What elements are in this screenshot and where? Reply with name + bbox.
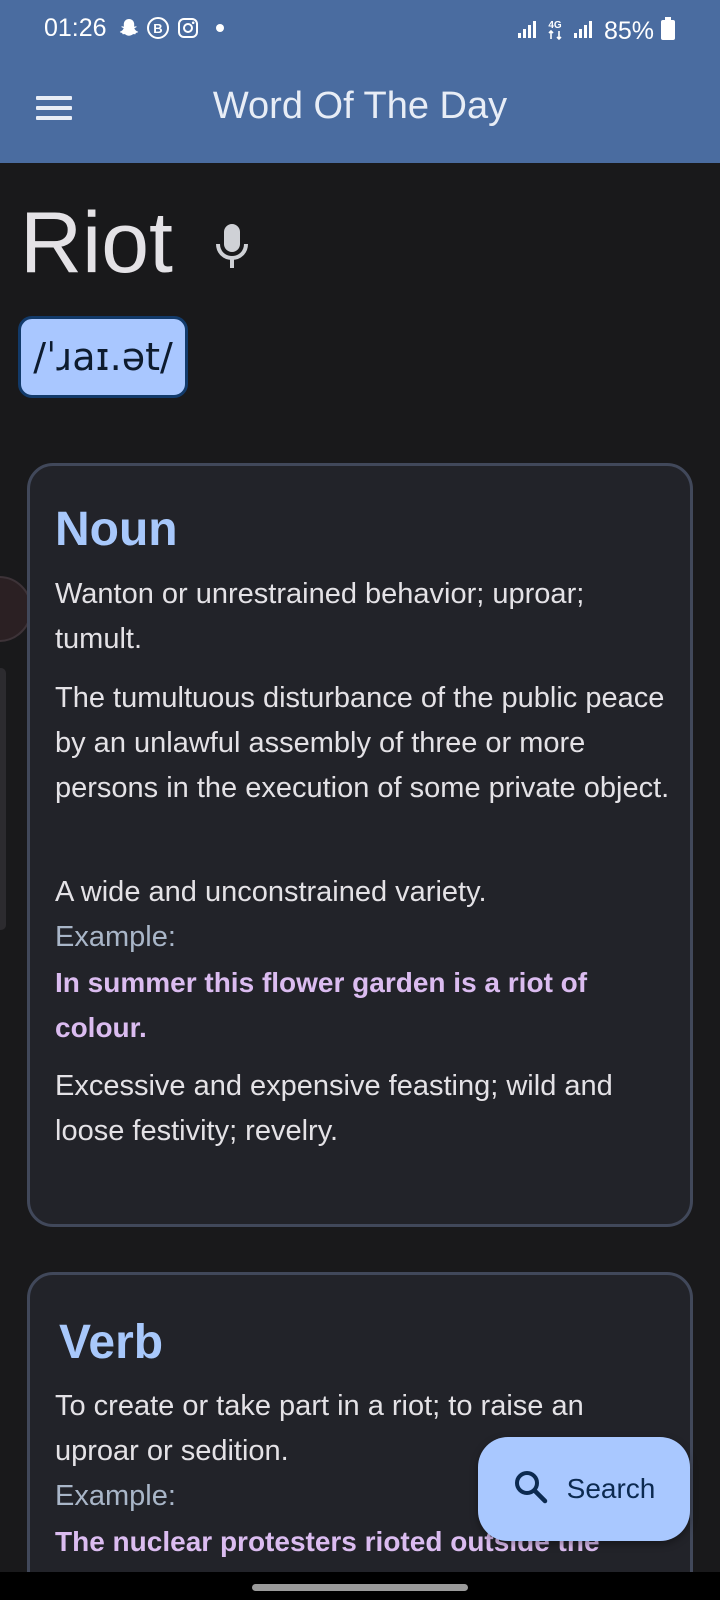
definition-text: Excessive and expensive feasting; wild a…: [55, 1070, 613, 1147]
svg-text:B: B: [153, 21, 162, 36]
snapchat-icon: [118, 17, 140, 44]
instagram-icon: [176, 16, 200, 45]
app-title: Word Of The Day: [212, 85, 508, 127]
example-text: In summer this flower garden is a riot o…: [55, 967, 588, 1043]
noun-card: Noun Wanton or unrestrained behavior; up…: [27, 463, 693, 1227]
svg-text:4G: 4G: [548, 20, 562, 31]
battery-icon: [660, 16, 676, 47]
search-fab-button[interactable]: Search: [478, 1437, 690, 1541]
definition-text: Wanton or unrestrained behavior; uproar;…: [55, 578, 585, 655]
part-of-speech-heading: Noun: [55, 503, 178, 556]
home-gesture-handle[interactable]: [252, 1584, 468, 1591]
status-system-icons: 4G 85%: [516, 16, 676, 47]
dot-icon: [206, 16, 230, 45]
search-icon: [513, 1469, 549, 1510]
word-title: Riot: [20, 195, 173, 291]
status-time: 01:26: [44, 14, 107, 42]
example-label: Example:: [55, 1480, 176, 1512]
status-notification-icons: B: [118, 16, 230, 45]
signal-icon: [516, 18, 538, 45]
pronounce-button[interactable]: [206, 220, 258, 276]
signal-icon: [572, 18, 594, 45]
b-badge-icon: B: [146, 16, 170, 45]
battery-percent: 85%: [603, 17, 654, 45]
edge-scroll-indicator: [0, 668, 6, 930]
example-label: Example:: [55, 921, 176, 953]
mic-icon: [214, 222, 250, 275]
4g-icon: 4G: [544, 17, 566, 46]
navigation-bar: [0, 1572, 720, 1600]
verb-card: Verb To create or take part in a riot; t…: [27, 1272, 693, 1600]
app-header: 01:26 B 4G 85% Word Of The Day: [0, 0, 720, 163]
phonetic-chip[interactable]: /ˈɹaɪ.ət/: [18, 316, 188, 398]
part-of-speech-heading: Verb: [59, 1316, 164, 1369]
search-fab-label: Search: [566, 1473, 656, 1504]
definition-text: The tumultuous disturbance of the public…: [55, 682, 670, 804]
definition-text: A wide and unconstrained variety.: [55, 876, 487, 908]
